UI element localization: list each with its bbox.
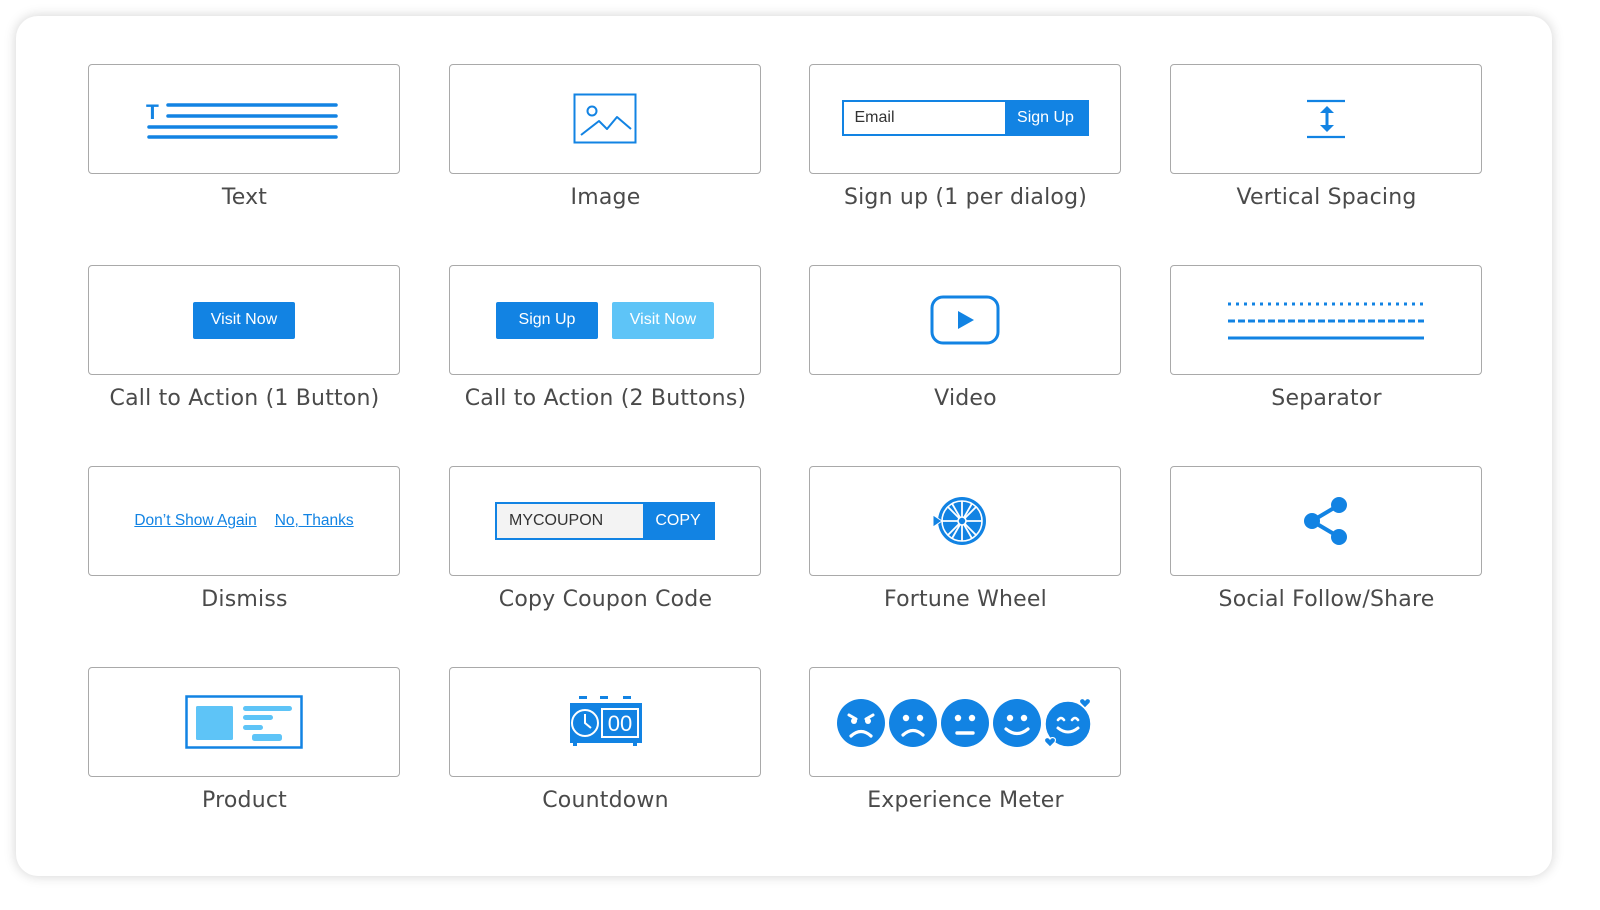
no-thanks-link[interactable]: No, Thanks — [275, 512, 354, 530]
signup-button-preview: Sign Up — [1004, 102, 1087, 134]
copy-button-preview: COPY — [643, 504, 713, 538]
block-image[interactable]: Image — [449, 64, 762, 224]
separator-icon — [1228, 302, 1424, 340]
block-label: Sign up (1 per dialog) — [843, 185, 1088, 210]
block-vertical-spacing[interactable]: Vertical Spacing — [1170, 64, 1483, 224]
block-label: Fortune Wheel — [884, 587, 1047, 612]
block-label: Call to Action (1 Button) — [109, 386, 380, 411]
fortune-wheel-icon — [932, 497, 986, 545]
angry-face-icon — [837, 699, 885, 747]
dismiss-links-preview: Don’t Show Again No, Thanks — [134, 512, 353, 530]
block-experience-meter-tile[interactable] — [809, 667, 1121, 777]
dont-show-again-link[interactable]: Don’t Show Again — [134, 512, 256, 530]
block-label: Copy Coupon Code — [498, 587, 713, 612]
love-face-icon — [1043, 697, 1092, 748]
block-product[interactable]: Product — [88, 667, 401, 827]
video-play-icon — [930, 295, 1000, 345]
email-field-preview: Email — [843, 102, 1005, 134]
block-label: Call to Action (2 Buttons) — [464, 386, 747, 411]
block-label: Image — [570, 185, 641, 210]
block-video[interactable]: Video — [809, 265, 1122, 425]
block-fortune-wheel[interactable]: Fortune Wheel — [809, 466, 1122, 626]
image-icon — [573, 93, 637, 144]
block-fortune-wheel-tile[interactable] — [809, 466, 1121, 576]
sad-face-icon — [889, 699, 937, 747]
block-text[interactable]: T Text — [88, 64, 401, 224]
cta-buttons-preview: Sign Up Visit Now — [496, 301, 714, 339]
countdown-timer-icon: 00 — [570, 696, 642, 746]
block-text-tile[interactable]: T — [88, 64, 400, 174]
block-cta-two-buttons-tile[interactable]: Sign Up Visit Now — [449, 265, 761, 375]
block-separator[interactable]: Separator — [1170, 265, 1483, 425]
block-image-tile[interactable] — [449, 64, 761, 174]
block-copy-coupon[interactable]: MYCOUPON COPY Copy Coupon Code — [449, 466, 762, 626]
block-product-tile[interactable] — [88, 667, 400, 777]
neutral-face-icon — [941, 699, 989, 747]
block-experience-meter[interactable]: Experience Meter — [809, 667, 1122, 827]
block-cta-one-button[interactable]: Visit Now Call to Action (1 Button) — [88, 265, 401, 425]
emoji-rating-icon — [837, 697, 1092, 748]
block-label: Text — [221, 185, 268, 210]
block-label: Vertical Spacing — [1236, 185, 1417, 210]
visit-now-button-preview: Visit Now — [193, 301, 295, 339]
block-video-tile[interactable] — [809, 265, 1121, 375]
block-vertical-spacing-tile[interactable] — [1170, 64, 1482, 174]
block-label: Dismiss — [201, 587, 288, 612]
share-icon — [1304, 497, 1347, 545]
product-card-icon — [185, 695, 303, 749]
svg-text:T: T — [146, 101, 159, 124]
coupon-preview: MYCOUPON COPY — [495, 502, 715, 540]
block-social-share[interactable]: Social Follow/Share — [1170, 466, 1483, 626]
block-label: Separator — [1271, 386, 1382, 411]
block-countdown[interactable]: 00 Countdown — [449, 667, 762, 827]
happy-face-icon — [993, 699, 1041, 747]
countdown-digits: 00 — [608, 711, 632, 736]
visit-now-button-preview: Visit Now — [612, 301, 714, 339]
block-cta-one-button-tile[interactable]: Visit Now — [88, 265, 400, 375]
block-signup[interactable]: Email Sign Up Sign up (1 per dialog) — [809, 64, 1122, 224]
block-signup-tile[interactable]: Email Sign Up — [809, 64, 1121, 174]
block-cta-two-buttons[interactable]: Sign Up Visit Now Call to Action (2 Butt… — [449, 265, 762, 425]
vertical-spacing-icon — [1307, 99, 1345, 139]
text-icon: T — [146, 101, 338, 139]
block-label: Countdown — [542, 788, 669, 813]
block-dismiss-tile[interactable]: Don’t Show Again No, Thanks — [88, 466, 400, 576]
block-dismiss[interactable]: Don’t Show Again No, Thanks Dismiss — [88, 466, 401, 626]
block-social-share-tile[interactable] — [1170, 466, 1482, 576]
block-countdown-tile[interactable]: 00 — [449, 667, 761, 777]
block-copy-coupon-tile[interactable]: MYCOUPON COPY — [449, 466, 761, 576]
block-separator-tile[interactable] — [1170, 265, 1482, 375]
block-label: Video — [934, 386, 997, 411]
block-label: Experience Meter — [867, 788, 1064, 813]
sign-up-button-preview: Sign Up — [496, 301, 598, 339]
block-label: Social Follow/Share — [1218, 587, 1435, 612]
block-label: Product — [202, 788, 287, 813]
signup-form-preview: Email Sign Up — [841, 100, 1089, 136]
coupon-code-field: MYCOUPON — [497, 504, 643, 538]
